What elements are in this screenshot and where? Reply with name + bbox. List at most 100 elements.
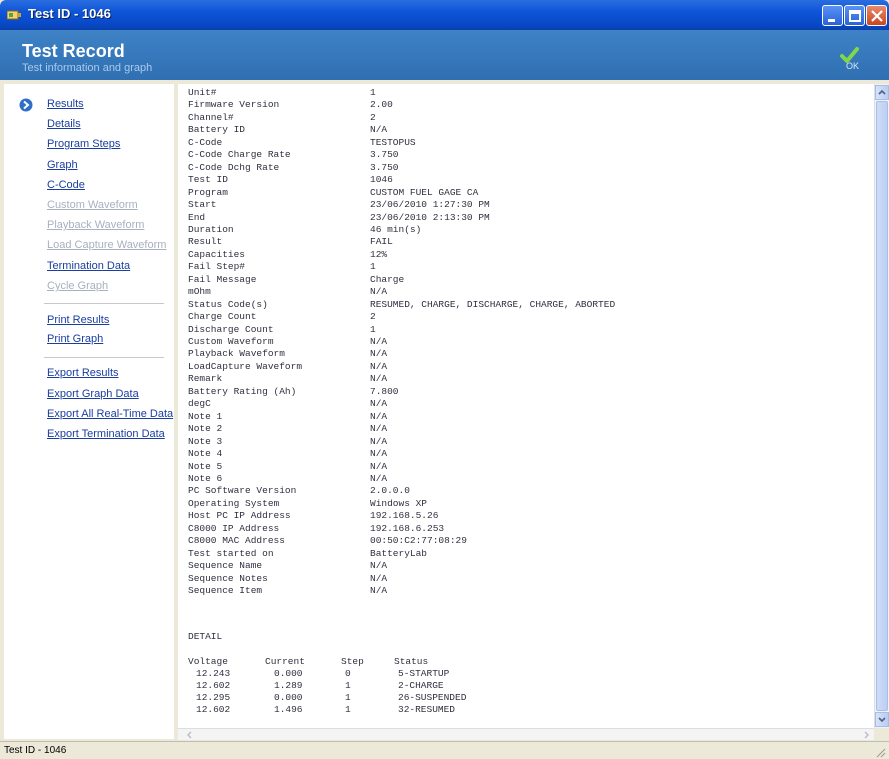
record-value: N/A <box>370 336 388 347</box>
record-label: Sequence Item <box>188 585 263 596</box>
record-value: 192.168.6.253 <box>370 522 445 534</box>
minimize-button[interactable] <box>822 5 843 26</box>
record-label: Playback Waveform <box>188 348 285 360</box>
sidebar-divider <box>44 303 164 304</box>
sidebar-item-export-graph-data[interactable]: Export Graph Data <box>47 388 139 400</box>
vertical-scrollbar[interactable] <box>874 84 889 728</box>
sidebar-item-cycle-graph: Cycle Graph <box>47 280 109 292</box>
sidebar-divider <box>44 357 164 358</box>
horizontal-scrollbar[interactable] <box>178 728 874 740</box>
record-label: Note 2 <box>188 423 223 435</box>
record-label: End <box>188 211 206 223</box>
record-value: 3.750 <box>370 149 399 161</box>
page-title: Test Record <box>22 41 125 61</box>
sidebar-item-details[interactable]: Details <box>47 118 81 130</box>
app-icon <box>7 10 21 20</box>
record-label: Operating System <box>188 497 280 509</box>
record-value: N/A <box>370 348 388 360</box>
detail-cell: 32-RESUMED <box>398 704 456 715</box>
detail-cell: 0.000 <box>274 692 303 703</box>
arrow-right-icon <box>19 98 33 112</box>
record-label: PC Software Version <box>188 485 297 497</box>
maximize-icon <box>849 10 861 22</box>
record-value: FAIL <box>370 236 393 248</box>
scrollbar-thumb[interactable] <box>876 101 888 711</box>
record-label: Note 4 <box>188 448 223 460</box>
results-text-area[interactable]: Unit# 1 Firmware Version 2.00 Channel# 2 Batte… <box>178 84 874 728</box>
detail-cell: 12.295 <box>196 692 231 703</box>
close-button[interactable] <box>866 5 887 26</box>
record-value: 2.0.0.0 <box>370 485 410 497</box>
record-value: N/A <box>370 360 388 372</box>
maximize-button[interactable] <box>844 5 865 26</box>
detail-cell: 12.243 <box>196 668 231 679</box>
sidebar-item-print-graph[interactable]: Print Graph <box>47 333 103 345</box>
window-title: Test ID - 1046 <box>28 6 111 21</box>
sidebar-item-c-code[interactable]: C-Code <box>47 179 85 191</box>
window-titlebar[interactable]: Test ID - 1046 <box>0 0 889 30</box>
chevron-right-icon[interactable] <box>862 730 870 740</box>
detail-column-header: Step <box>341 656 364 667</box>
record-label: mOhm <box>188 286 211 298</box>
sidebar-item-graph[interactable]: Graph <box>47 159 78 171</box>
record-label: Note 1 <box>188 410 223 422</box>
resize-grip-icon[interactable] <box>874 746 886 758</box>
record-value: Charge <box>370 273 405 285</box>
sidebar-item-print-results[interactable]: Print Results <box>47 314 109 326</box>
minimize-icon <box>828 19 835 22</box>
record-value: N/A <box>370 572 388 584</box>
sidebar-item-program-steps[interactable]: Program Steps <box>47 138 120 150</box>
record-label: Note 5 <box>188 460 223 472</box>
sidebar-item-export-all-real-time-data[interactable]: Export All Real-Time Data <box>47 408 173 420</box>
chevron-left-icon[interactable] <box>186 730 194 740</box>
record-value: 2 <box>370 111 376 123</box>
chevron-down-icon <box>878 717 886 723</box>
record-label: LoadCapture Waveform <box>188 360 303 372</box>
record-value: N/A <box>370 472 388 484</box>
record-value: 1 <box>370 261 376 273</box>
record-value: Windows XP <box>370 497 428 509</box>
detail-cell: 12.602 <box>196 704 231 715</box>
record-label: C-Code Charge Rate <box>188 149 291 161</box>
record-value: N/A <box>370 448 388 460</box>
record-value: N/A <box>370 286 388 298</box>
record-label: Fail Message <box>188 273 257 285</box>
sidebar-item-export-results[interactable]: Export Results <box>47 367 119 379</box>
record-value: 1 <box>370 87 376 98</box>
detail-cell: 0 <box>345 668 351 679</box>
record-value: 7.800 <box>370 385 399 397</box>
sidebar-item-export-termination-data[interactable]: Export Termination Data <box>47 428 165 440</box>
sidebar-item-results[interactable]: Results <box>47 98 84 110</box>
status-text: Test ID - 1046 <box>4 745 67 756</box>
close-icon <box>871 10 883 22</box>
detail-cell: 0.000 <box>274 668 303 679</box>
detail-cell: 1.496 <box>274 704 303 715</box>
record-label: Status Code(s) <box>188 298 268 310</box>
detail-heading: DETAIL <box>188 631 223 642</box>
detail-cell: 1 <box>345 680 351 691</box>
detail-cell: 5-STARTUP <box>398 668 450 679</box>
record-label: Capacities <box>188 248 246 260</box>
sidebar-item-termination-data[interactable]: Termination Data <box>47 260 130 272</box>
record-label: Firmware Version <box>188 99 280 111</box>
record-label: Fail Step# <box>188 261 246 273</box>
sidebar-item-custom-waveform: Custom Waveform <box>47 199 138 211</box>
sidebar-item-load-capture-waveform: Load Capture Waveform <box>47 239 167 251</box>
record-value: 2.00 <box>370 99 393 111</box>
record-value: 23/06/2010 1:27:30 PM <box>370 199 490 211</box>
scroll-down-button[interactable] <box>875 712 889 727</box>
record-label: Test ID <box>188 174 228 186</box>
ok-check-icon[interactable] <box>836 44 864 76</box>
record-label: Channel# <box>188 111 234 123</box>
record-value: 1046 <box>370 174 393 186</box>
ok-button-label[interactable]: OK <box>846 61 859 71</box>
record-value: N/A <box>370 460 388 472</box>
record-label: C-Code Dchg Rate <box>188 161 280 173</box>
sidebar-item-playback-waveform: Playback Waveform <box>47 219 145 231</box>
record-label: Discharge Count <box>188 323 274 335</box>
detail-cell: 26-SUSPENDED <box>398 692 467 703</box>
record-label: Start <box>188 199 217 211</box>
record-label: Duration <box>188 223 234 235</box>
scroll-up-button[interactable] <box>875 85 889 100</box>
record-label: Sequence Notes <box>188 572 268 584</box>
